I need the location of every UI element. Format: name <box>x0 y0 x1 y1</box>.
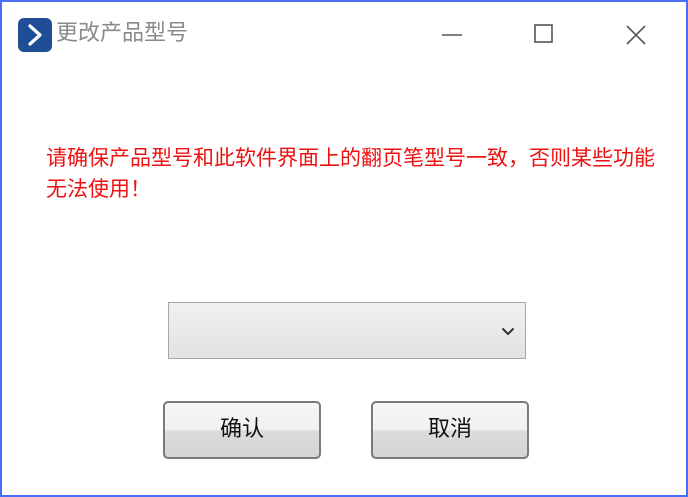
minimize-button[interactable] <box>428 10 474 56</box>
chevron-down-icon <box>502 328 514 335</box>
maximize-button[interactable] <box>520 10 566 56</box>
close-icon <box>626 25 646 45</box>
title-bar[interactable]: 更改产品型号 <box>2 2 686 64</box>
maximize-icon <box>534 24 553 43</box>
model-select[interactable] <box>168 302 526 359</box>
window-title: 更改产品型号 <box>56 21 189 46</box>
close-button[interactable] <box>612 10 658 56</box>
cancel-button[interactable]: 取消 <box>371 401 529 459</box>
minimize-icon <box>442 34 462 36</box>
warning-message: 请确保产品型号和此软件界面上的翻页笔型号一致，否则某些功能无法使用！ <box>46 146 655 201</box>
change-model-dialog: 更改产品型号 请确保产品型号和此软件界面上的翻页笔型号一致，否则某些功能无法使用… <box>0 0 688 497</box>
chevron-right-icon <box>28 24 42 46</box>
confirm-button[interactable]: 确认 <box>163 401 321 459</box>
app-icon <box>18 18 52 52</box>
